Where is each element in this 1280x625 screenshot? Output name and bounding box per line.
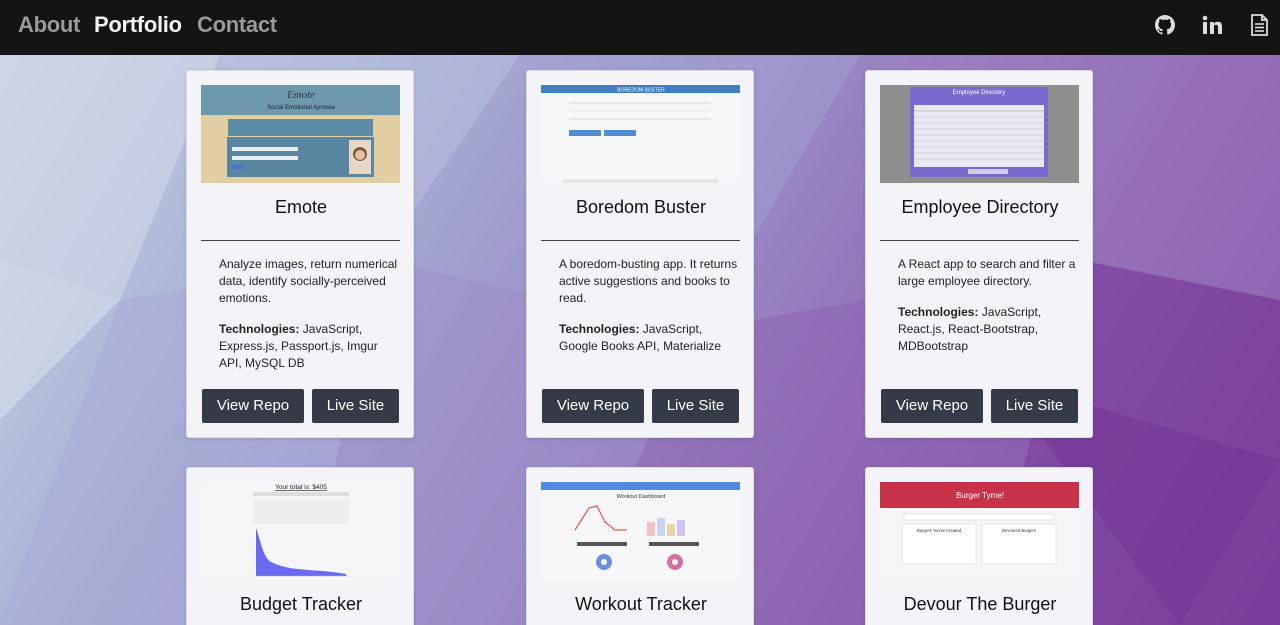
workout-thumb-title: Workout Dashboard (617, 494, 666, 500)
card-divider (201, 240, 400, 241)
boredom-thumb-title: BOREDOM BUSTER (617, 88, 665, 94)
project-title: Devour The Burger (903, 594, 1057, 614)
emote-thumb-logo: Emote (286, 89, 315, 101)
project-title: Budget Tracker (239, 594, 363, 614)
project-title: Emote (274, 197, 328, 217)
project-card-emote: Emote Social Emotional Apnosia Emote Ana… (186, 70, 414, 438)
project-description: A boredom-busting app. It returns active… (559, 257, 738, 305)
github-icon[interactable] (1153, 13, 1177, 37)
burger-thumb-created: Burgers You've Created (917, 528, 962, 533)
burger-thumb-title: Burger Tyme! (956, 491, 1004, 500)
project-card-workout-tracker: Workout Dashboard Workout Tracker (526, 467, 754, 625)
top-navbar: About Portfolio Contact (0, 0, 1280, 55)
employee-thumb-title: Employee Directory (953, 90, 1005, 96)
view-repo-button[interactable]: View Repo (202, 389, 304, 423)
project-thumbnail-devour-the-burger: Burger Tyme! Burgers You've Created Devo… (880, 482, 1079, 580)
card-divider (880, 240, 1079, 241)
project-card-devour-the-burger: Burger Tyme! Burgers You've Created Devo… (865, 467, 1093, 625)
project-title: Employee Directory (901, 197, 1059, 217)
emote-thumb-subtitle: Social Emotional Apnosia (267, 105, 335, 111)
technologies-label: Technologies: (898, 305, 982, 319)
technologies-label: Technologies: (219, 322, 303, 336)
card-divider (541, 240, 740, 241)
project-card-boredom-buster: BOREDOM BUSTER Boredom Buster A boredom-… (526, 70, 754, 438)
nav-portfolio[interactable]: Portfolio (94, 12, 182, 38)
budget-thumb-total: Your total is: $405 (275, 484, 327, 491)
project-technologies: Technologies: JavaScript, Google Books A… (559, 321, 739, 355)
project-thumbnail-boredom-buster: BOREDOM BUSTER (541, 85, 740, 183)
project-card-budget-tracker: Your total is: $405 Budget Tracker (186, 467, 414, 625)
resume-icon[interactable] (1247, 13, 1271, 37)
project-card-employee-directory: Employee Directory Employee Directory A … (865, 70, 1093, 438)
technologies-label: Technologies: (559, 322, 643, 336)
live-site-button[interactable]: Live Site (312, 389, 399, 423)
view-repo-button[interactable]: View Repo (881, 389, 983, 423)
project-thumbnail-emote: Emote Social Emotional Apnosia (201, 85, 400, 183)
live-site-button[interactable]: Live Site (652, 389, 739, 423)
project-description: A React app to search and filter a large… (898, 257, 1076, 288)
nav-contact[interactable]: Contact (197, 12, 277, 38)
live-site-button[interactable]: Live Site (991, 389, 1078, 423)
project-thumbnail-workout-tracker: Workout Dashboard (541, 482, 740, 580)
project-description: Analyze images, return numerical data, i… (219, 257, 398, 305)
project-thumbnail-budget-tracker: Your total is: $405 (201, 482, 400, 580)
project-thumbnail-employee-directory: Employee Directory (880, 85, 1079, 183)
linkedin-icon[interactable] (1200, 13, 1224, 37)
view-repo-button[interactable]: View Repo (542, 389, 644, 423)
project-technologies: Technologies: JavaScript, React.js, Reac… (898, 304, 1078, 355)
nav-about[interactable]: About (18, 12, 80, 38)
project-technologies: Technologies: JavaScript, Express.js, Pa… (219, 321, 399, 372)
burger-thumb-devoured: Devoured Burgers (1002, 528, 1036, 533)
project-title: Boredom Buster (575, 197, 707, 217)
project-title: Workout Tracker (575, 594, 707, 614)
